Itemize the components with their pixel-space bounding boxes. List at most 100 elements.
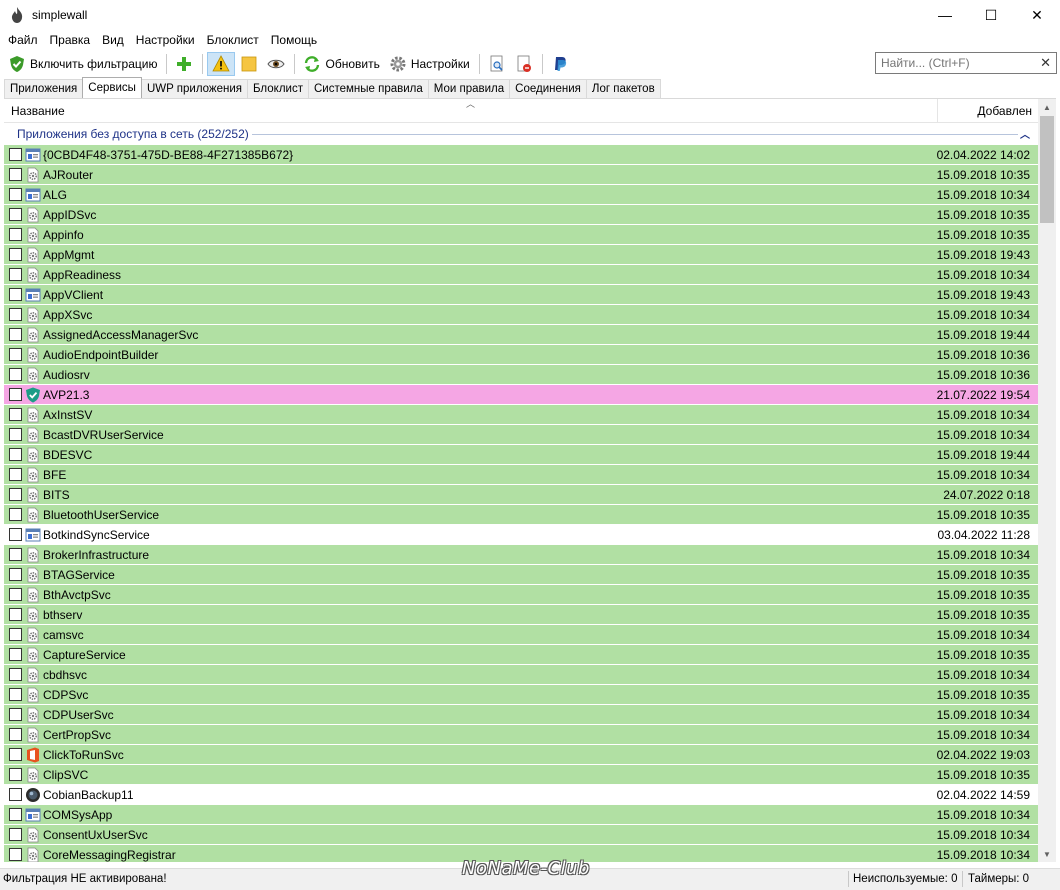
tab-6[interactable]: Соединения [509, 79, 587, 98]
menu-file[interactable]: Файл [2, 30, 44, 50]
scroll-thumb[interactable] [1040, 116, 1054, 223]
settings-button[interactable]: Настройки [385, 52, 474, 76]
table-row[interactable]: AudioEndpointBuilder 15.09.2018 10:36 [4, 345, 1038, 365]
row-checkbox[interactable] [9, 228, 22, 241]
table-row[interactable]: BrokerInfrastructure 15.09.2018 10:34 [4, 545, 1038, 565]
menu-edit[interactable]: Правка [44, 30, 97, 50]
table-row[interactable]: Appinfo 15.09.2018 10:35 [4, 225, 1038, 245]
row-checkbox[interactable] [9, 828, 22, 841]
row-checkbox[interactable] [9, 668, 22, 681]
table-row[interactable]: BITS 24.07.2022 0:18 [4, 485, 1038, 505]
donate-button[interactable] [547, 52, 573, 76]
clear-search-icon[interactable]: ✕ [1040, 55, 1051, 71]
row-checkbox[interactable] [9, 348, 22, 361]
row-checkbox[interactable] [9, 548, 22, 561]
row-checkbox[interactable] [9, 528, 22, 541]
table-row[interactable]: cbdhsvc 15.09.2018 10:34 [4, 665, 1038, 685]
row-checkbox[interactable] [9, 808, 22, 821]
column-header-added[interactable]: Добавлен [977, 104, 1032, 118]
row-checkbox[interactable] [9, 768, 22, 781]
table-row[interactable]: CobianBackup11 02.04.2022 14:59 [4, 785, 1038, 805]
search-input[interactable] [881, 56, 1031, 70]
row-checkbox[interactable] [9, 648, 22, 661]
table-row[interactable]: CDPUserSvc 15.09.2018 10:34 [4, 705, 1038, 725]
menu-view[interactable]: Вид [96, 30, 130, 50]
row-checkbox[interactable] [9, 248, 22, 261]
row-checkbox[interactable] [9, 168, 22, 181]
row-checkbox[interactable] [9, 728, 22, 741]
row-checkbox[interactable] [9, 488, 22, 501]
tab-3[interactable]: Блоклист [247, 79, 309, 98]
column-header-name[interactable]: Название [11, 104, 65, 118]
table-row[interactable]: AppVClient 15.09.2018 19:43 [4, 285, 1038, 305]
menu-blocklist[interactable]: Блоклист [201, 30, 265, 50]
enable-filter-button[interactable]: Включить фильтрацию [4, 52, 161, 76]
row-checkbox[interactable] [9, 328, 22, 341]
minimize-button[interactable]: — [922, 0, 968, 30]
row-checkbox[interactable] [9, 288, 22, 301]
group-header[interactable]: Приложения без доступа в сеть (252/252) … [4, 123, 1038, 143]
close-button[interactable]: ✕ [1014, 0, 1060, 30]
table-row[interactable]: AppMgmt 15.09.2018 19:43 [4, 245, 1038, 265]
tab-4[interactable]: Системные правила [307, 79, 429, 98]
tab-0[interactable]: Приложения [4, 79, 84, 98]
table-row[interactable]: AppIDSvc 15.09.2018 10:35 [4, 205, 1038, 225]
row-checkbox[interactable] [9, 588, 22, 601]
table-row[interactable]: ClipSVC 15.09.2018 10:35 [4, 765, 1038, 785]
row-checkbox[interactable] [9, 368, 22, 381]
row-checkbox[interactable] [9, 308, 22, 321]
table-row[interactable]: Audiosrv 15.09.2018 10:36 [4, 365, 1038, 385]
row-checkbox[interactable] [9, 568, 22, 581]
table-row[interactable]: camsvc 15.09.2018 10:34 [4, 625, 1038, 645]
table-row[interactable]: CertPropSvc 15.09.2018 10:34 [4, 725, 1038, 745]
table-row[interactable]: ClickToRunSvc 02.04.2022 19:03 [4, 745, 1038, 765]
scroll-down-arrow-icon[interactable]: ▼ [1038, 846, 1056, 862]
menu-settings[interactable]: Настройки [130, 30, 201, 50]
table-row[interactable]: AppXSvc 15.09.2018 10:34 [4, 305, 1038, 325]
table-row[interactable]: BluetoothUserService 15.09.2018 10:35 [4, 505, 1038, 525]
table-row[interactable]: CaptureService 15.09.2018 10:35 [4, 645, 1038, 665]
table-row[interactable]: BotkindSyncService 03.04.2022 11:28 [4, 525, 1038, 545]
row-checkbox[interactable] [9, 748, 22, 761]
row-checkbox[interactable] [9, 848, 22, 861]
add-button[interactable] [171, 52, 197, 76]
view-button[interactable] [263, 52, 289, 76]
log-view-button[interactable] [484, 52, 510, 76]
row-checkbox[interactable] [9, 428, 22, 441]
table-row[interactable]: AxInstSV 15.09.2018 10:34 [4, 405, 1038, 425]
table-row[interactable]: ALG 15.09.2018 10:34 [4, 185, 1038, 205]
table-row[interactable]: ConsentUxUserSvc 15.09.2018 10:34 [4, 825, 1038, 845]
row-checkbox[interactable] [9, 708, 22, 721]
table-row[interactable]: AVP21.3 21.07.2022 19:54 [4, 385, 1038, 405]
tab-2[interactable]: UWP приложения [140, 79, 249, 98]
table-row[interactable]: AJRouter 15.09.2018 10:35 [4, 165, 1038, 185]
row-checkbox[interactable] [9, 408, 22, 421]
tab-7[interactable]: Лог пакетов [585, 79, 661, 98]
vertical-scrollbar[interactable]: ▲ ▼ [1038, 99, 1056, 862]
row-checkbox[interactable] [9, 608, 22, 621]
warning-toggle-button[interactable] [207, 52, 236, 76]
table-row[interactable]: CDPSvc 15.09.2018 10:35 [4, 685, 1038, 705]
table-row[interactable]: AssignedAccessManagerSvc 15.09.2018 19:44 [4, 325, 1038, 345]
row-checkbox[interactable] [9, 628, 22, 641]
search-field[interactable]: ✕ [875, 52, 1057, 74]
table-row[interactable]: COMSysApp 15.09.2018 10:34 [4, 805, 1038, 825]
collapse-chevron-icon[interactable]: ︿ [1020, 126, 1030, 141]
table-row[interactable]: AppReadiness 15.09.2018 10:34 [4, 265, 1038, 285]
row-checkbox[interactable] [9, 448, 22, 461]
row-checkbox[interactable] [9, 688, 22, 701]
row-checkbox[interactable] [9, 268, 22, 281]
row-checkbox[interactable] [9, 148, 22, 161]
table-row[interactable]: BcastDVRUserService 15.09.2018 10:34 [4, 425, 1038, 445]
log-clear-button[interactable] [511, 52, 537, 76]
row-checkbox[interactable] [9, 388, 22, 401]
column-divider[interactable] [937, 99, 938, 123]
table-row[interactable]: {0CBD4F48-3751-475D-BE88-4F271385B672} 02… [4, 145, 1038, 165]
table-row[interactable]: BthAvctpSvc 15.09.2018 10:35 [4, 585, 1038, 605]
table-row[interactable]: BFE 15.09.2018 10:34 [4, 465, 1038, 485]
row-checkbox[interactable] [9, 208, 22, 221]
table-row[interactable]: bthserv 15.09.2018 10:35 [4, 605, 1038, 625]
refresh-button[interactable]: Обновить [299, 52, 383, 76]
tab-1[interactable]: Сервисы [82, 77, 142, 98]
row-checkbox[interactable] [9, 188, 22, 201]
